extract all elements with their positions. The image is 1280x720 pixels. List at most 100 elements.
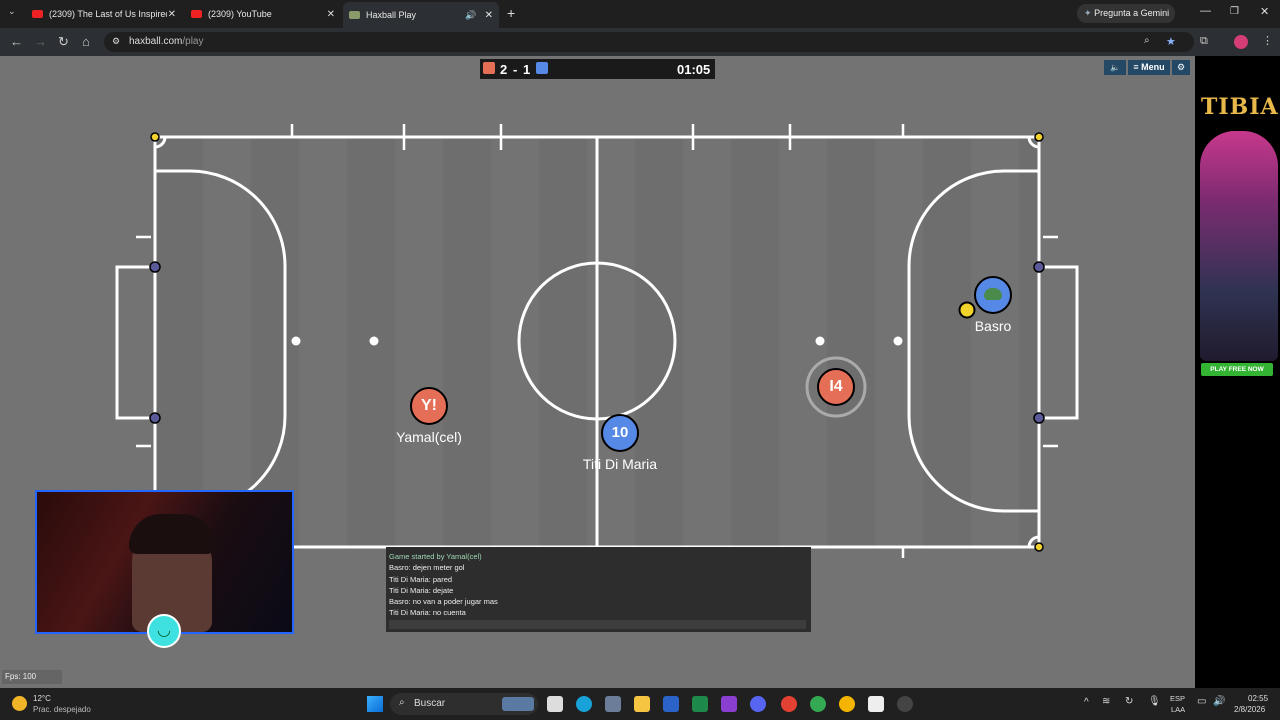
ball	[958, 301, 976, 319]
score-blue: 1	[523, 62, 531, 77]
player-disc-red: Y!	[410, 387, 448, 425]
chat-input[interactable]	[389, 620, 806, 629]
reload-icon[interactable]: ↻	[58, 34, 69, 50]
weather-desc: Prac. despejado	[33, 705, 91, 714]
tab-title: Haxball Play	[366, 10, 417, 20]
player-avatar: I4	[829, 378, 843, 395]
taskbar-search[interactable]: ⌕ Buscar	[390, 693, 538, 715]
tab-title: (2309) YouTube	[208, 9, 272, 19]
chat-message: Titi Di Maria: pared	[389, 574, 453, 584]
chrome-icon[interactable]	[781, 696, 797, 712]
streamer-hair	[129, 514, 215, 554]
forward-icon[interactable]: →	[34, 34, 47, 49]
chat-box: Game started by Yamal(cel) Basro: dejen …	[386, 547, 811, 632]
gemini-button[interactable]: ✦ Pregunta a Gemini	[1077, 4, 1175, 23]
chat-message: Titi Di Maria: no cuenta	[389, 608, 466, 618]
chrome-profile-icon[interactable]	[810, 696, 826, 712]
tab-title: (2309) The Last of Us Inspired A	[49, 9, 167, 19]
search-highlight-image	[502, 697, 534, 711]
score-separator: -	[513, 62, 518, 77]
task-view-icon[interactable]	[547, 696, 563, 712]
sound-button[interactable]: 🔈	[1104, 60, 1126, 75]
clock-date[interactable]: 2/8/2026	[1234, 705, 1265, 714]
discord-icon[interactable]	[750, 696, 766, 712]
youtube-icon	[191, 10, 202, 18]
haxball-icon	[349, 11, 360, 19]
webcam-overlay	[35, 490, 294, 634]
store-icon[interactable]	[868, 696, 884, 712]
ad-brand: TIBIA	[1201, 94, 1279, 120]
player-disc-blue: 10	[601, 414, 639, 452]
tab-youtube[interactable]: (2309) YouTube ✕	[185, 4, 341, 24]
word-icon[interactable]	[663, 696, 679, 712]
menu-button[interactable]: ≡ Menu	[1128, 60, 1170, 75]
clipchamp-icon[interactable]	[721, 696, 737, 712]
edge-icon[interactable]	[576, 696, 592, 712]
tray-chevron-icon[interactable]: ^	[1084, 697, 1089, 708]
player-avatar: Y!	[421, 397, 437, 414]
close-icon[interactable]: ✕	[485, 10, 493, 21]
ad-cta-button[interactable]: PLAY FREE NOW	[1201, 363, 1273, 376]
weather-temp[interactable]: 12°C	[33, 694, 51, 703]
gemini-icon: ✦	[1084, 8, 1092, 18]
chat-message: Basro: dejen meter gol	[389, 563, 465, 573]
cat-icon: ◡	[147, 614, 181, 648]
weather-icon[interactable]	[12, 696, 27, 711]
obs-icon[interactable]	[897, 696, 913, 712]
chat-message: Titi Di Maria: dejate	[389, 585, 454, 595]
player-avatar: 10	[611, 424, 629, 441]
player-disc-blue	[974, 276, 1012, 314]
settings-gear-icon[interactable]: ⚙	[1172, 60, 1190, 75]
start-windows-icon[interactable]	[367, 696, 383, 712]
volume-icon[interactable]: 🔊	[1213, 696, 1225, 707]
new-tab-button[interactable]: +	[507, 5, 515, 21]
more-menu-icon[interactable]: ⋮	[1262, 34, 1273, 47]
windows-taskbar: 12°C Prac. despejado ⌕ Buscar ^ ≋ ↻ 🎙 ES…	[0, 688, 1280, 720]
ad-character	[1200, 131, 1278, 361]
duck-icon	[984, 288, 1002, 300]
gemini-label: Pregunta a Gemini	[1094, 8, 1170, 18]
display-icon[interactable]: ▭	[1197, 696, 1206, 707]
minimize-icon[interactable]: —	[1200, 5, 1211, 17]
fps-counter: Fps: 100	[2, 670, 62, 684]
chrome-canary-icon[interactable]	[839, 696, 855, 712]
ad-panel[interactable]: TIBIA PLAY FREE NOW	[1195, 56, 1280, 688]
settings-icon[interactable]	[605, 696, 621, 712]
restore-icon[interactable]: ❐	[1230, 6, 1239, 17]
language-code[interactable]: ESP	[1170, 694, 1185, 703]
bookmark-star-icon[interactable]: ★	[1166, 35, 1176, 48]
clock-time[interactable]: 02:55	[1248, 694, 1268, 703]
tab-last-of-us[interactable]: (2309) The Last of Us Inspired A ✕	[26, 4, 182, 24]
address-toolbar: ← → ↻ ⌂ ⚙ haxball.com/play ⌕ ★ ⧉ ⋮	[0, 28, 1280, 56]
close-icon[interactable]: ✕	[327, 9, 335, 20]
scoreboard: 2 - 1 01:05	[480, 59, 715, 79]
excel-icon[interactable]	[692, 696, 708, 712]
blue-team-swatch	[536, 62, 548, 74]
player-name: Basro	[974, 318, 1012, 334]
language-layout[interactable]: LAA	[1171, 705, 1185, 714]
sync-icon[interactable]: ↻	[1125, 696, 1133, 707]
player-name: Titi Di Maria	[582, 456, 658, 472]
back-icon[interactable]: ←	[10, 34, 23, 49]
site-info-icon[interactable]: ⚙	[112, 36, 120, 47]
close-window-icon[interactable]: ✕	[1260, 5, 1269, 18]
zoom-icon[interactable]: ⌕	[1144, 35, 1150, 46]
mic-icon[interactable]: 🎙	[1148, 696, 1161, 707]
file-explorer-icon[interactable]	[634, 696, 650, 712]
chat-message: Basro: no van a poder jugar mas	[389, 597, 498, 607]
extensions-icon[interactable]: ⧉	[1200, 35, 1208, 48]
tab-haxball[interactable]: Haxball Play 🔊 ✕	[343, 2, 499, 28]
url-path: /play	[182, 36, 204, 47]
search-icon: ⌕	[399, 697, 405, 708]
menu-label: Menu	[1141, 62, 1165, 72]
url-bar[interactable]: ⚙ haxball.com/play ⌕ ★	[104, 32, 1194, 52]
home-icon[interactable]: ⌂	[82, 34, 90, 49]
tab-list-chevron-icon[interactable]: ⌄	[8, 6, 16, 17]
game-timer: 01:05	[677, 62, 711, 77]
player-disc-red: I4	[817, 368, 855, 406]
chat-message: Game started by Yamal(cel)	[389, 552, 482, 561]
profile-avatar[interactable]	[1234, 35, 1248, 49]
close-icon[interactable]: ✕	[168, 9, 176, 20]
speaker-icon[interactable]: 🔊	[465, 10, 476, 21]
network-icon[interactable]: ≋	[1102, 696, 1110, 707]
